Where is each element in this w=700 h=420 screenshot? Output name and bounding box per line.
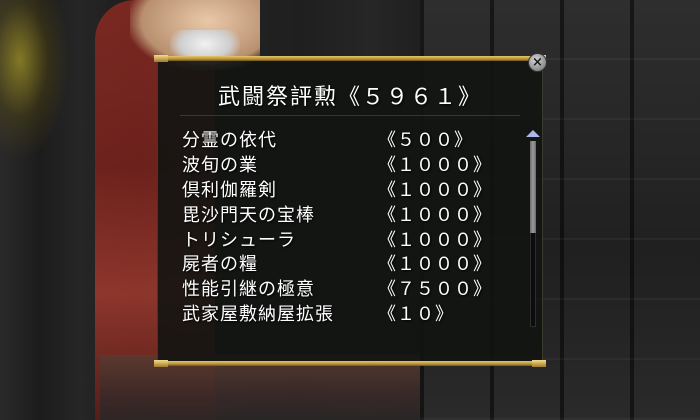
reward-name: 性能引継の極意 xyxy=(182,279,315,301)
reward-cost: 《１０００》 xyxy=(378,155,492,177)
panel-title: 武闘祭評勲《５９６１》 xyxy=(217,85,482,110)
panel-top-rail xyxy=(154,55,546,62)
reward-row[interactable]: 武家屋敷納屋拡張 《１０》 xyxy=(182,301,512,326)
reward-name: 屍者の糧 xyxy=(182,254,258,276)
reward-name: 分霊の依代 xyxy=(182,130,277,152)
panel-bottom-rail xyxy=(154,360,546,367)
reward-name: 毘沙門天の宝棒 xyxy=(182,204,315,226)
reward-row[interactable]: 性能引継の極意 《７５００》 xyxy=(182,276,512,301)
reward-row[interactable]: トリシューラ 《１０００》 xyxy=(182,226,512,251)
reward-row[interactable]: 毘沙門天の宝棒 《１０００》 xyxy=(182,201,512,226)
reward-cost: 《１０００》 xyxy=(378,229,492,251)
reward-exchange-panel: 武闘祭評勲《５９６１》 分霊の依代 《５００》 波旬の業 《１０００》 倶利伽羅… xyxy=(154,55,546,367)
reward-cost: 《７５００》 xyxy=(378,279,492,301)
background-glow xyxy=(0,0,70,160)
game-scene: 武闘祭評勲《５９６１》 分霊の依代 《５００》 波旬の業 《１０００》 倶利伽羅… xyxy=(0,0,700,420)
scrollbar-thumb[interactable] xyxy=(530,141,536,233)
reward-row[interactable]: 分霊の依代 《５００》 xyxy=(182,127,512,152)
reward-cost: 《１０００》 xyxy=(378,204,492,226)
reward-name: 武家屋敷納屋拡張 xyxy=(182,303,334,325)
reward-name: トリシューラ xyxy=(182,229,296,251)
reward-row[interactable]: 屍者の糧 《１０００》 xyxy=(182,251,512,276)
reward-row[interactable]: 倶利伽羅剣 《１０００》 xyxy=(182,177,512,202)
reward-list: 分霊の依代 《５００》 波旬の業 《１０００》 倶利伽羅剣 《１０００》 毘沙門… xyxy=(182,127,512,325)
reward-name: 波旬の業 xyxy=(182,155,258,177)
reward-row[interactable]: 波旬の業 《１０００》 xyxy=(182,152,512,177)
reward-cost: 《５００》 xyxy=(378,130,473,152)
reward-name: 倶利伽羅剣 xyxy=(182,180,277,201)
reward-cost: 《１０００》 xyxy=(378,180,492,201)
reward-cost: 《１０》 xyxy=(378,303,454,325)
title-divider xyxy=(180,115,520,116)
scroll-up-arrow-icon[interactable] xyxy=(526,130,540,137)
reward-cost: 《１０００》 xyxy=(378,254,492,276)
close-icon[interactable]: × xyxy=(528,53,547,72)
